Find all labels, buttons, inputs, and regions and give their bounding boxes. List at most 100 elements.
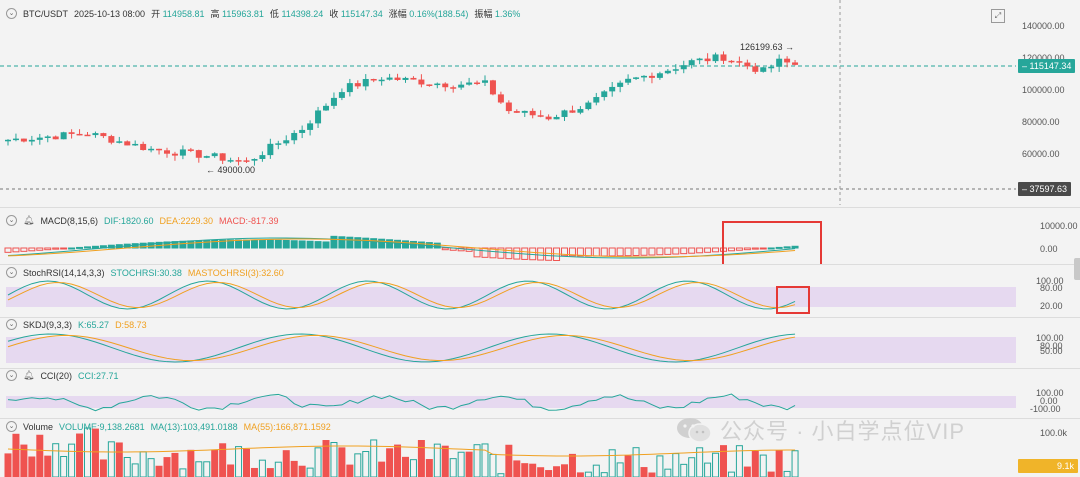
candle-body <box>744 62 751 67</box>
macd-histogram-bar <box>473 247 481 258</box>
candle-body <box>545 116 552 120</box>
volume-bar <box>433 443 441 477</box>
volume-bar <box>386 448 394 477</box>
volume-bar <box>52 443 60 477</box>
volume-bar <box>60 455 68 477</box>
volume-bar <box>131 463 139 477</box>
volume-bar <box>115 442 123 477</box>
volume-bar <box>457 451 465 477</box>
candle-body <box>784 58 791 63</box>
candle-body <box>768 66 775 69</box>
candle-body <box>609 86 616 92</box>
candle-body <box>370 78 377 81</box>
macd-histogram-bar <box>775 246 783 249</box>
candle-body <box>680 65 687 70</box>
macd-histogram-bar <box>322 241 330 249</box>
candle-body <box>688 60 695 66</box>
stochrsi-tick: 20.00 <box>1040 301 1063 311</box>
macd-chart[interactable] <box>0 208 1080 264</box>
candle-body <box>760 67 767 72</box>
candle-body <box>641 75 647 78</box>
candle-body <box>68 132 75 134</box>
stochrsi-chart[interactable] <box>0 265 1080 317</box>
candle-body <box>672 69 679 71</box>
macd-histogram-bar <box>290 240 298 249</box>
macd-histogram-bar <box>751 247 759 250</box>
macd-histogram-bar <box>346 236 354 249</box>
candle-body <box>267 143 274 156</box>
price-tick: 100000.00 <box>1022 85 1065 95</box>
macd-histogram-bar <box>338 236 346 249</box>
candle-body <box>776 58 783 67</box>
macd-histogram-bar <box>648 247 656 256</box>
candle-body <box>402 77 409 80</box>
macd-histogram-bar <box>36 247 44 251</box>
candle-body <box>283 140 290 144</box>
volume-bar <box>465 451 473 477</box>
cci-tick: -100.00 <box>1030 404 1061 414</box>
volume-bar <box>266 468 274 477</box>
volume-bar <box>179 468 187 477</box>
volume-bar <box>783 470 791 477</box>
macd-histogram-bar <box>362 237 370 249</box>
candle-body <box>259 155 266 159</box>
candle-body <box>362 78 369 87</box>
current-price-value: 115147.34 <box>1029 61 1072 71</box>
macd-histogram-bar <box>298 240 306 249</box>
candle-body <box>124 141 131 146</box>
volume-bar <box>298 465 306 477</box>
cci-chart[interactable] <box>0 369 1080 417</box>
candle-body <box>736 61 743 63</box>
candle-body <box>28 139 35 142</box>
crosshair-price-tag: – 37597.63 <box>1018 182 1072 196</box>
candle-body <box>108 136 115 143</box>
candlestick-chart[interactable]: 126199.63 → ← 49000.00 <box>0 0 1080 205</box>
macd-histogram-bar <box>640 247 648 256</box>
volume-bar <box>481 443 489 477</box>
volume-bar <box>203 461 211 477</box>
volume-bar <box>576 472 584 477</box>
volume-bar <box>306 467 314 477</box>
volume-bar <box>4 453 12 477</box>
macd-histogram-bar <box>250 239 258 249</box>
macd-histogram-bar <box>76 246 84 249</box>
candle-body <box>553 116 560 120</box>
candle-body <box>585 102 592 110</box>
macd-tick: 10000.00 <box>1040 221 1078 231</box>
macd-histogram-bar <box>12 247 20 253</box>
volume-bar <box>28 456 36 477</box>
candle-body <box>299 129 306 133</box>
candle-body <box>577 109 584 113</box>
volume-tick: 100.0k <box>1040 428 1068 438</box>
candle-body <box>179 149 186 156</box>
volume-bar <box>258 459 266 477</box>
volume-bar <box>648 472 656 477</box>
candle-body <box>92 133 99 136</box>
candle-body <box>36 137 43 140</box>
candle-body <box>44 136 51 138</box>
macd-histogram-bar <box>282 240 290 249</box>
macd-histogram-bar <box>179 240 187 249</box>
volume-bar <box>727 471 735 477</box>
volume-bar <box>751 450 759 477</box>
macd-histogram-bar <box>68 247 76 250</box>
candle-body <box>203 156 210 158</box>
macd-histogram-bar <box>712 247 720 253</box>
macd-histogram-bar <box>537 247 545 261</box>
candle-body <box>354 83 361 87</box>
skdj-tick: 50.00 <box>1040 346 1063 356</box>
volume-bar <box>346 464 354 477</box>
volume-bar <box>545 470 553 477</box>
macd-histogram-bar <box>266 239 274 249</box>
volume-bar <box>187 449 195 477</box>
candle-body <box>450 87 457 89</box>
macd-histogram-bar <box>672 247 680 255</box>
sidebar-collapse-handle[interactable] <box>1074 258 1080 280</box>
candle-body <box>792 62 799 65</box>
wechat-logo-icon <box>676 416 712 444</box>
macd-histogram-bar <box>727 247 735 252</box>
macd-histogram-bar <box>680 247 688 255</box>
skdj-chart[interactable] <box>0 318 1080 368</box>
candle-body <box>275 143 282 145</box>
volume-bar <box>616 462 624 477</box>
